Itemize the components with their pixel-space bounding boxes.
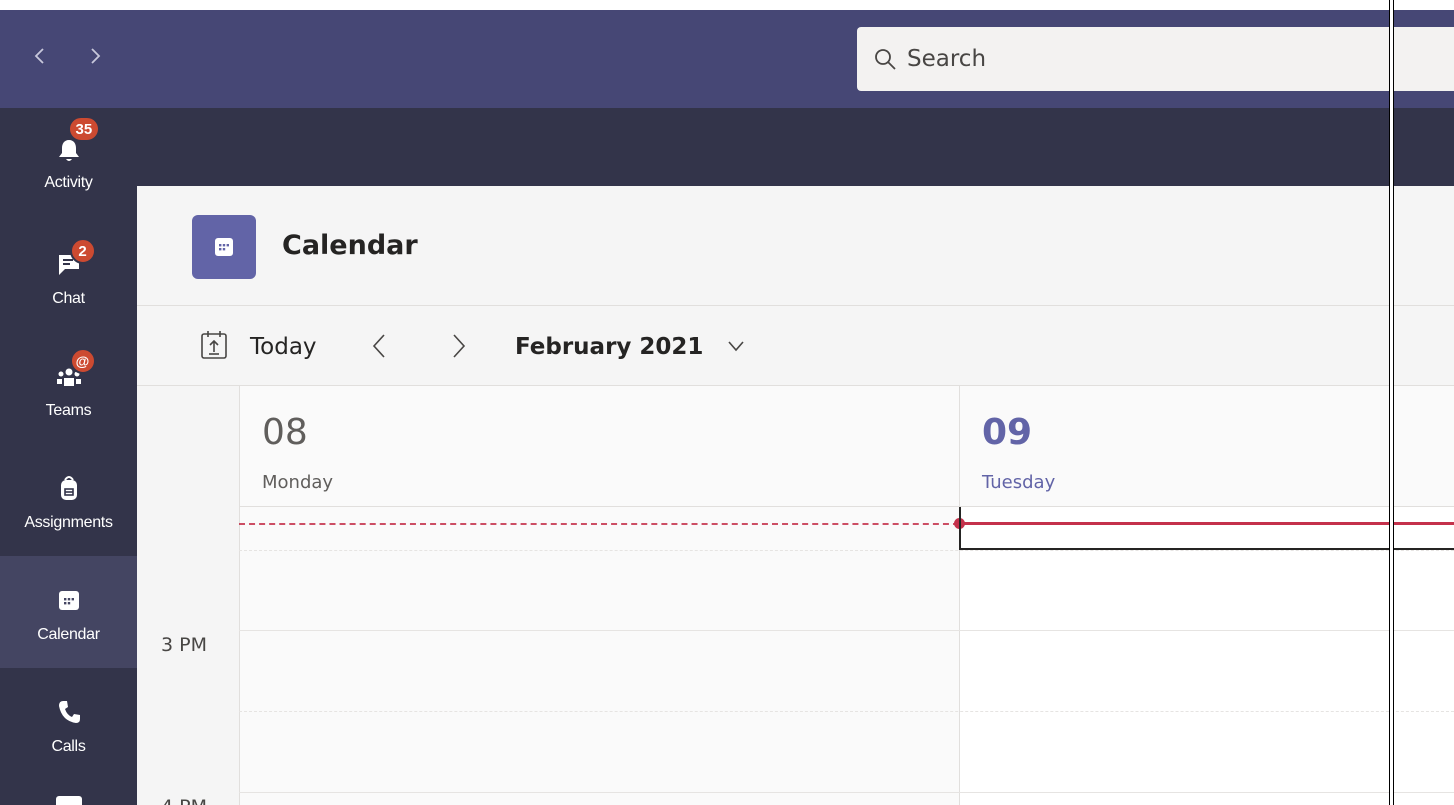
time-column: [137, 386, 239, 805]
search-box[interactable]: Search: [857, 27, 1454, 91]
back-button[interactable]: [28, 41, 52, 71]
chevron-left-icon: [34, 48, 44, 64]
rail-item-teams[interactable]: @ Teams: [0, 332, 137, 444]
half-hour-line: [239, 550, 1454, 551]
previous-week-button[interactable]: [367, 331, 391, 361]
day-number: 09: [982, 412, 1033, 453]
current-time-indicator: [239, 523, 959, 525]
chevron-left-icon: [372, 334, 385, 358]
activity-badge: 35: [67, 116, 101, 142]
app-rail: 35 Activity 2 Chat @ Teams Assignments C…: [0, 108, 137, 805]
chevron-right-icon: [453, 334, 466, 358]
day-number: 08: [262, 412, 308, 453]
files-icon[interactable]: [56, 796, 82, 805]
rail-item-calls[interactable]: Calls: [0, 668, 137, 780]
rail-item-assignments[interactable]: Assignments: [0, 444, 137, 556]
rail-label-teams: Teams: [45, 402, 92, 419]
search-placeholder: Search: [907, 46, 987, 72]
day-name: Tuesday: [982, 472, 1056, 493]
backpack-icon: [60, 476, 77, 500]
hour-line: [239, 792, 1454, 793]
day-header-monday[interactable]: 08 Monday: [240, 386, 959, 506]
rail-label-assignments: Assignments: [24, 514, 113, 531]
rail-label-calls: Calls: [51, 738, 86, 755]
calendar-app-icon: [192, 215, 256, 279]
rail-label-chat: Chat: [52, 290, 85, 307]
chevron-right-icon: [91, 48, 101, 64]
time-label-4pm: 4 PM: [161, 796, 207, 805]
rail-item-activity[interactable]: 35 Activity: [0, 108, 137, 220]
app-bar: [137, 108, 1454, 186]
month-picker[interactable]: February 2021: [515, 334, 703, 360]
teams-mention-badge: @: [69, 348, 96, 374]
calendar-icon: [58, 591, 79, 610]
phone-icon: [58, 701, 80, 723]
title-bar: Search: [0, 10, 1454, 108]
day-name: Monday: [262, 472, 334, 493]
chevron-down-icon[interactable]: [727, 340, 745, 352]
half-hour-line: [239, 711, 1454, 712]
today-icon[interactable]: [200, 330, 228, 360]
rail-item-calendar[interactable]: Calendar: [0, 556, 137, 668]
rail-item-chat[interactable]: 2 Chat: [0, 220, 137, 332]
day-header-tuesday[interactable]: 09 Tuesday: [960, 386, 1454, 506]
next-week-button[interactable]: [447, 331, 471, 361]
rail-label-calendar: Calendar: [37, 626, 100, 643]
calendar-icon: [215, 238, 233, 256]
rail-label-activity: Activity: [44, 174, 93, 191]
calendar-grid: 08 Monday 09 Tuesday 3 PM 4 PM: [137, 386, 1454, 805]
hour-line: [239, 630, 1454, 631]
time-label-3pm: 3 PM: [161, 634, 207, 656]
today-column-background: [959, 507, 1454, 805]
today-button[interactable]: Today: [250, 334, 317, 360]
page-title: Calendar: [282, 230, 418, 261]
forward-button[interactable]: [83, 41, 107, 71]
selected-time-slot[interactable]: [959, 507, 1454, 550]
search-icon: [875, 49, 896, 70]
chat-badge: 2: [69, 238, 96, 264]
calendar-toolbar: Today February 2021: [137, 306, 1454, 386]
window-divider: [1389, 0, 1394, 805]
calendar-header: Calendar: [137, 186, 1454, 306]
